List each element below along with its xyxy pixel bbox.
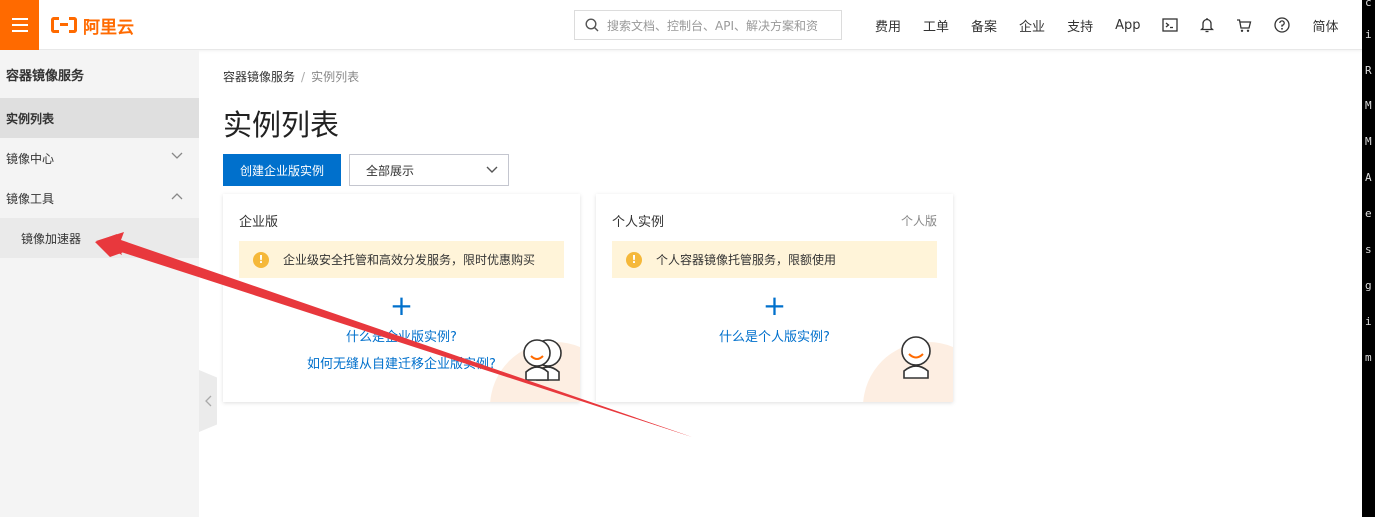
instance-filter-select[interactable]: 全部展示	[349, 154, 509, 186]
breadcrumb: 容器镜像服务 / 实例列表	[223, 68, 359, 85]
sidebar-item-image-tools[interactable]: 镜像工具	[0, 178, 199, 218]
top-bar: 阿里云 搜索文档、控制台、API、解决方案和资 费用 工单 备案 企业 支持 A…	[0, 0, 1375, 50]
sidebar-item-label: 镜像中心	[6, 151, 55, 166]
menu-icon[interactable]	[0, 0, 39, 50]
terminal-char: A	[1365, 171, 1372, 184]
add-enterprise-instance-icon[interactable]: +	[223, 292, 580, 320]
add-personal-instance-icon[interactable]: +	[596, 292, 953, 320]
search-placeholder: 搜索文档、控制台、API、解决方案和资	[607, 18, 818, 33]
person-illustration-icon	[901, 336, 931, 379]
sidebar-subitem-image-accelerator[interactable]: 镜像加速器	[0, 218, 199, 258]
terminal-char: M	[1365, 99, 1372, 112]
nav-enterprise[interactable]: 企业	[1008, 0, 1056, 50]
terminal-char: m	[1365, 351, 1372, 364]
enterprise-edition-card: 企业版 ! 企业级安全托管和高效分发服务，限时优惠购买 + 什么是企业版实例? …	[223, 194, 580, 402]
sidebar-title: 容器镜像服务	[6, 68, 85, 84]
terminal-char: R	[1365, 64, 1372, 77]
top-nav: 费用 工单 备案 企业 支持 App 简体	[864, 0, 1375, 50]
card-notice-text: 企业级安全托管和高效分发服务，限时优惠购买	[283, 253, 536, 267]
aliyun-logo-icon	[51, 17, 77, 33]
nav-fees[interactable]: 费用	[864, 0, 912, 50]
terminal-strip: c i R M M A e s g i m	[1362, 0, 1375, 517]
terminal-char: M	[1365, 135, 1372, 148]
search-icon	[585, 18, 599, 32]
sidebar-subitem-label: 镜像加速器	[21, 231, 82, 246]
terminal-char: c	[1365, 0, 1372, 9]
nav-icp-filing[interactable]: 备案	[960, 0, 1008, 50]
breadcrumb-root[interactable]: 容器镜像服务	[223, 70, 295, 84]
nav-app[interactable]: App	[1104, 0, 1151, 50]
breadcrumb-separator: /	[301, 70, 306, 84]
personal-edition-card: 个人实例 个人版 ! 个人容器镜像托管服务，限额使用 + 什么是个人版实例?	[596, 194, 953, 402]
nav-tickets[interactable]: 工单	[912, 0, 960, 50]
terminal-char: s	[1365, 243, 1372, 256]
card-tag: 个人版	[900, 214, 937, 228]
card-notice-text: 个人容器镜像托管服务，限额使用	[656, 253, 837, 267]
card-title: 企业版	[239, 215, 279, 230]
create-enterprise-instance-button[interactable]: 创建企业版实例	[223, 154, 341, 186]
instance-filter-value: 全部展示	[366, 163, 415, 178]
chevron-up-icon	[171, 193, 183, 200]
card-notice: ! 个人容器镜像托管服务，限额使用	[612, 241, 937, 278]
logo-text: 阿里云	[83, 17, 134, 38]
sidebar-item-label: 镜像工具	[6, 191, 55, 206]
terminal-char: g	[1365, 279, 1372, 292]
page-title: 实例列表	[223, 108, 340, 142]
card-notice: ! 企业级安全托管和高效分发服务，限时优惠购买	[239, 241, 564, 278]
card-title: 个人实例	[612, 215, 665, 230]
chevron-left-icon	[204, 395, 211, 407]
bell-icon[interactable]	[1189, 0, 1225, 50]
sidebar-collapse-handle[interactable]	[199, 370, 217, 432]
warning-icon: !	[626, 251, 642, 268]
sidebar-item-image-center[interactable]: 镜像中心	[0, 138, 199, 178]
language-switch[interactable]: 简体	[1301, 0, 1349, 50]
sidebar: 容器镜像服务 实例列表 镜像中心 镜像工具 镜像加速器	[0, 50, 199, 517]
cart-icon[interactable]	[1225, 0, 1263, 50]
sidebar-item-label: 实例列表	[6, 111, 55, 126]
terminal-char: i	[1365, 315, 1372, 328]
aliyun-logo[interactable]: 阿里云	[51, 13, 134, 38]
terminal-icon[interactable]	[1151, 0, 1189, 50]
sidebar-item-instances[interactable]: 实例列表	[0, 98, 199, 138]
team-illustration-icon	[523, 339, 562, 381]
help-icon[interactable]	[1263, 0, 1301, 50]
chevron-down-icon	[171, 152, 183, 159]
search-input[interactable]: 搜索文档、控制台、API、解决方案和资	[574, 10, 842, 40]
chevron-down-icon	[486, 166, 498, 173]
warning-icon: !	[253, 251, 269, 268]
terminal-char: e	[1365, 207, 1372, 220]
terminal-char: i	[1365, 28, 1372, 41]
nav-support[interactable]: 支持	[1056, 0, 1104, 50]
breadcrumb-current: 实例列表	[311, 70, 360, 84]
